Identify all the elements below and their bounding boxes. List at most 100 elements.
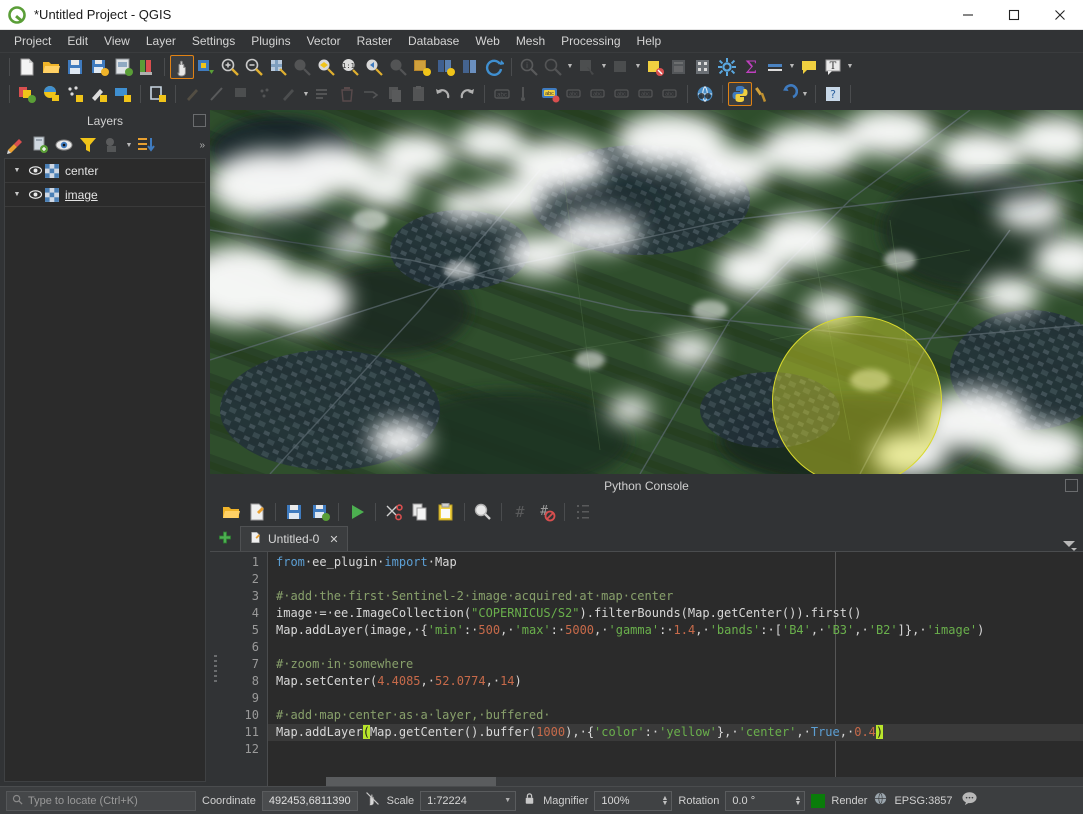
spinner-arrows-icon[interactable]: ▲▼ <box>661 796 668 806</box>
zoom-in-icon[interactable] <box>218 55 242 79</box>
horizontal-scrollbar[interactable] <box>326 777 1083 786</box>
add-tab-button[interactable] <box>210 525 240 551</box>
new-print-layout-icon[interactable] <box>111 55 135 79</box>
zoom-layer-icon[interactable] <box>314 55 338 79</box>
find-text-icon[interactable] <box>470 500 496 524</box>
move-feature-icon[interactable] <box>181 82 205 106</box>
chevron-down-icon[interactable]: ▼ <box>599 55 609 79</box>
pan-map-icon[interactable] <box>170 55 194 79</box>
open-attribute-table-icon[interactable] <box>643 55 667 79</box>
menu-help[interactable]: Help <box>629 31 670 51</box>
locator-search-input[interactable]: Type to locate (Ctrl+K) <box>6 791 196 811</box>
new-project-icon[interactable] <box>15 55 39 79</box>
chevron-down-icon[interactable]: ▼ <box>9 167 25 174</box>
modify-attributes-icon[interactable] <box>146 82 170 106</box>
check-syntax-icon[interactable]: # <box>533 500 559 524</box>
delete-selected-icon[interactable] <box>335 82 359 106</box>
new-3d-map-view-icon[interactable] <box>434 55 458 79</box>
python-console-icon[interactable] <box>728 82 752 106</box>
visibility-eye-icon[interactable] <box>25 187 45 202</box>
paste-icon[interactable] <box>433 500 459 524</box>
magnifier-spinbox[interactable]: 100% ▲▼ <box>594 791 672 811</box>
copy-features-icon[interactable] <box>253 82 277 106</box>
style-manager-icon[interactable] <box>135 55 159 79</box>
menu-processing[interactable]: Processing <box>553 31 628 51</box>
menu-layer[interactable]: Layer <box>138 31 184 51</box>
maximize-button[interactable] <box>991 0 1037 30</box>
chevron-down-icon[interactable]: ▼ <box>504 797 511 804</box>
label-toolbar-icon[interactable]: abc <box>490 82 514 106</box>
zoom-last-icon[interactable] <box>362 55 386 79</box>
close-icon[interactable]: ✕ <box>329 533 338 546</box>
menu-edit[interactable]: Edit <box>59 31 96 51</box>
layer-item-center[interactable]: ▼ center <box>5 159 205 183</box>
undock-panel-icon[interactable] <box>1065 479 1078 492</box>
move-label-icon[interactable]: abc <box>562 82 586 106</box>
processing-toolbox-icon[interactable] <box>691 55 715 79</box>
zoom-native-icon[interactable]: 1:1 <box>338 55 362 79</box>
map-canvas[interactable] <box>210 110 1083 474</box>
save-layer-edits-icon[interactable] <box>39 82 63 106</box>
field-calculator-icon[interactable] <box>667 55 691 79</box>
map-tip-annotation-icon[interactable] <box>797 55 821 79</box>
menu-settings[interactable]: Settings <box>184 31 243 51</box>
paste-features-icon[interactable] <box>277 82 301 106</box>
copy-item-icon[interactable] <box>383 82 407 106</box>
menu-plugins[interactable]: Plugins <box>243 31 298 51</box>
add-point-feature-icon[interactable] <box>63 82 87 106</box>
filter-legend-expression-icon[interactable] <box>100 133 124 157</box>
minimize-button[interactable] <box>945 0 991 30</box>
magnifier-lock-icon[interactable] <box>522 791 537 811</box>
copy-icon[interactable] <box>407 500 433 524</box>
edit-label-icon[interactable]: abc <box>658 82 682 106</box>
globe-icon[interactable] <box>873 791 888 811</box>
save-as-script-icon[interactable] <box>307 500 333 524</box>
coordinate-value[interactable]: 492453,6811390 <box>262 791 358 811</box>
visibility-eye-icon[interactable] <box>25 163 45 178</box>
text-annotation-icon[interactable]: T <box>821 55 845 79</box>
menu-raster[interactable]: Raster <box>349 31 400 51</box>
layers-list[interactable]: ▼ center ▼ image <box>4 158 206 782</box>
chevron-down-icon[interactable]: ▼ <box>787 55 797 79</box>
metasearch-icon[interactable] <box>693 82 717 106</box>
undock-panel-icon[interactable] <box>193 114 206 127</box>
refresh-icon[interactable] <box>482 55 506 79</box>
close-button[interactable] <box>1037 0 1083 30</box>
code-text-area[interactable]: from·ee_plugin·import·Map #·add·the·firs… <box>268 552 1083 786</box>
menu-vector[interactable]: Vector <box>299 31 349 51</box>
open-layer-styling-panel-icon[interactable] <box>4 133 28 157</box>
pan-to-selection-icon[interactable] <box>194 55 218 79</box>
map-tips-icon[interactable] <box>458 55 482 79</box>
chevron-down-icon[interactable]: ▼ <box>845 55 855 79</box>
measure-line-icon[interactable] <box>541 55 565 79</box>
open-project-icon[interactable] <box>39 55 63 79</box>
chevron-down-icon[interactable]: ▼ <box>800 82 810 106</box>
vertex-tool-icon[interactable] <box>87 82 111 106</box>
save-project-icon[interactable] <box>63 55 87 79</box>
menu-view[interactable]: View <box>96 31 138 51</box>
run-script-icon[interactable] <box>344 500 370 524</box>
spinner-arrows-icon[interactable]: ▲▼ <box>794 796 801 806</box>
menu-web[interactable]: Web <box>467 31 507 51</box>
panel-resize-handle[interactable] <box>210 552 220 786</box>
code-editor[interactable]: 1 2 3 4 5 6 7 8 9 10 11 12 from·ee_plugi… <box>210 552 1083 786</box>
pin-labels-icon[interactable] <box>514 82 538 106</box>
merge-features-icon[interactable] <box>359 82 383 106</box>
undo-icon[interactable] <box>431 82 455 106</box>
change-label-icon[interactable]: abc <box>610 82 634 106</box>
chevron-down-icon[interactable]: ▼ <box>9 191 25 198</box>
toggle-extents-icon[interactable] <box>364 790 381 812</box>
chevron-down-icon[interactable]: ▼ <box>301 82 311 106</box>
rotate-label-icon[interactable]: abc <box>586 82 610 106</box>
chevron-down-icon[interactable]: ▼ <box>633 55 643 79</box>
manage-map-themes-icon[interactable] <box>52 133 76 157</box>
chevron-down-icon[interactable]: ▼ <box>565 55 575 79</box>
scale-combo[interactable]: 1:72224 ▼ <box>420 791 516 811</box>
menu-mesh[interactable]: Mesh <box>508 31 553 51</box>
zoom-selection-icon[interactable] <box>290 55 314 79</box>
measure-area-icon[interactable] <box>763 55 787 79</box>
digitize-shape-icon[interactable] <box>111 82 135 106</box>
plugin-builder-icon[interactable] <box>752 82 776 106</box>
scrollbar-thumb[interactable] <box>326 777 496 786</box>
object-inspector-icon[interactable] <box>570 500 596 524</box>
